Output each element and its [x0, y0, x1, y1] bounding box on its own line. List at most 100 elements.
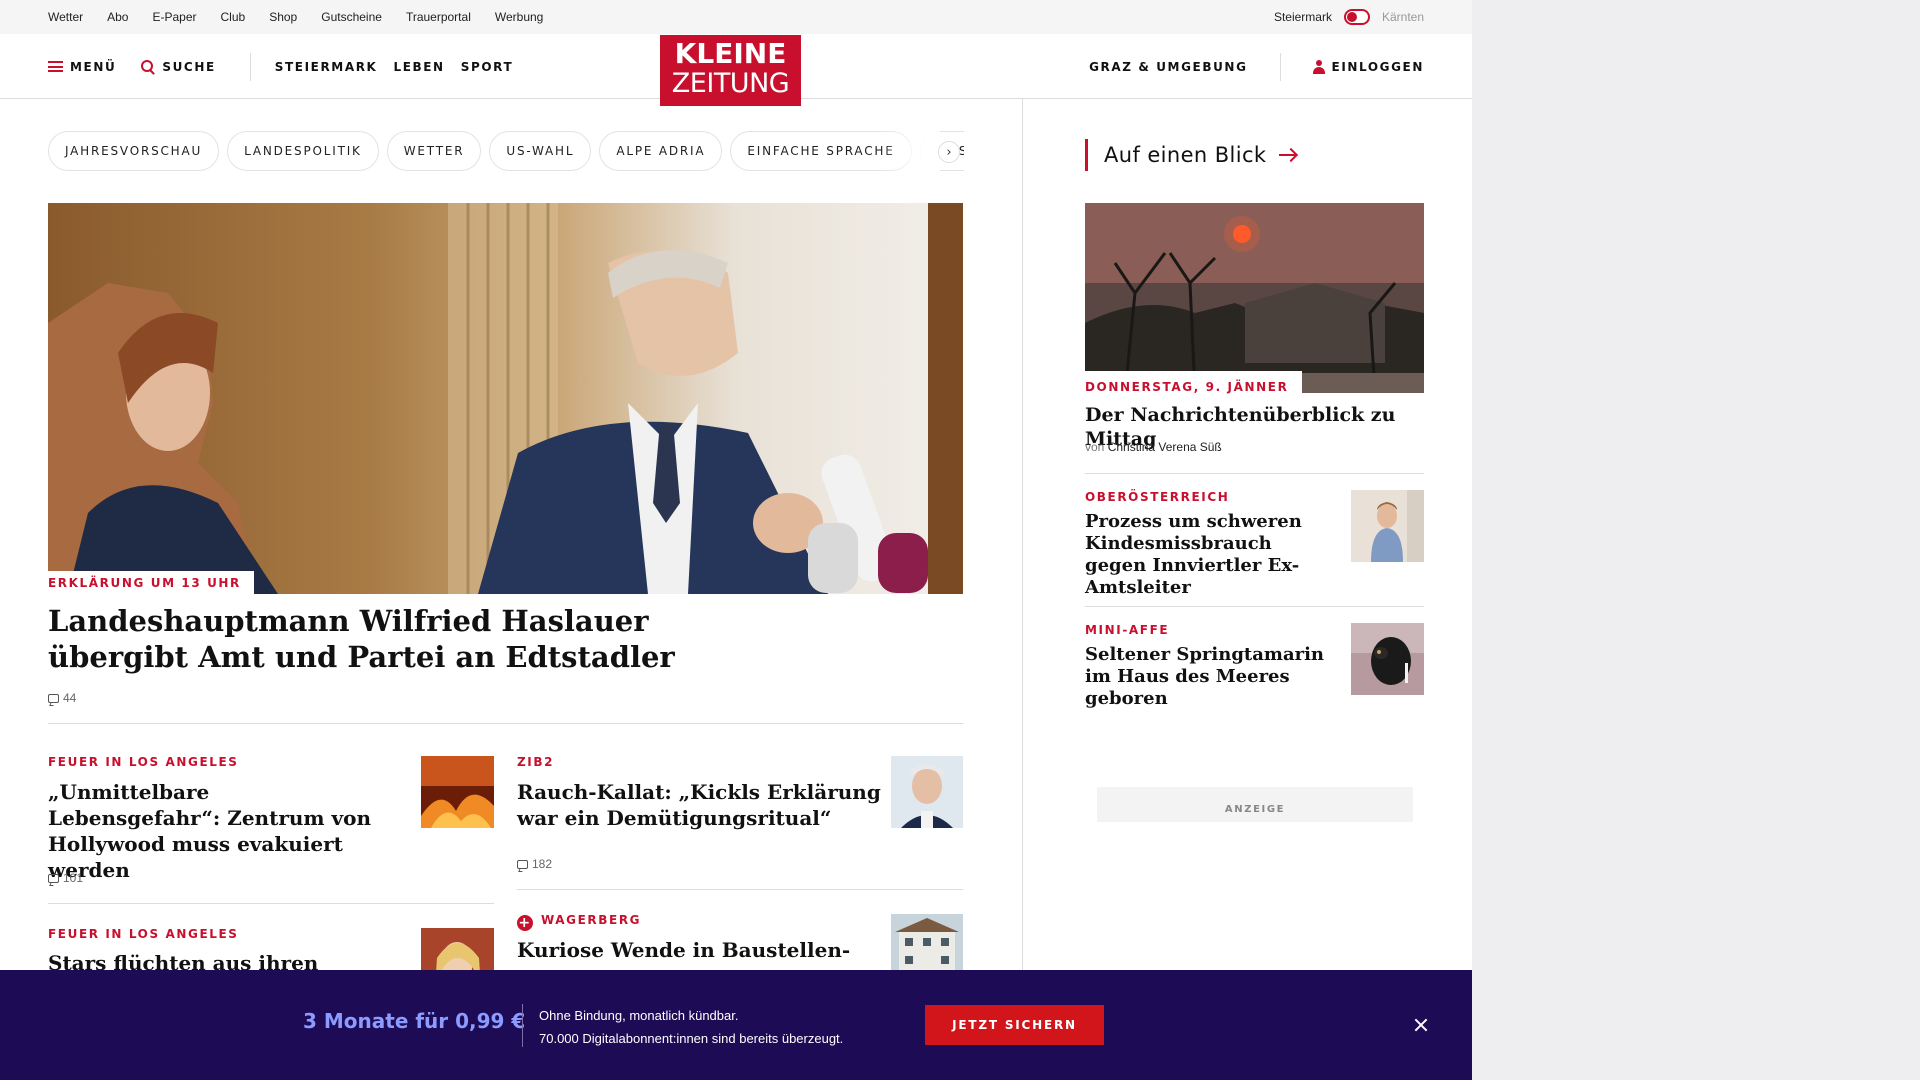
- chip-us-wahl[interactable]: US-WAHL: [489, 131, 592, 171]
- util-link-abo[interactable]: Abo: [107, 10, 128, 24]
- teaser-2-thumbnail[interactable]: [891, 756, 963, 828]
- util-link-wetter[interactable]: Wetter: [48, 10, 83, 24]
- site-logo[interactable]: KLEINE ZEITUNG: [660, 35, 801, 106]
- sidebar-main-date-wrap: DONNERSTAG, 9. JÄNNER: [1085, 371, 1303, 398]
- region-kaernten[interactable]: Kärnten: [1382, 10, 1424, 24]
- teaser-4-kicker: + WAGERBERG: [517, 913, 641, 931]
- lead-headline[interactable]: Landeshauptmann Wilfried Haslauer übergi…: [48, 603, 698, 675]
- util-link-shop[interactable]: Shop: [269, 10, 297, 24]
- lead-image[interactable]: [48, 203, 963, 594]
- menu-label: MENÜ: [70, 59, 117, 74]
- util-link-epaper[interactable]: E-Paper: [152, 10, 196, 24]
- chip-alpe-adria[interactable]: ALPE ADRIA: [599, 131, 723, 171]
- teaser-1-headline[interactable]: „Unmittelbare Lebensgefahr“: Zentrum von…: [48, 779, 378, 883]
- teaser-4-headline[interactable]: Kuriose Wende in Baustellen-: [517, 937, 887, 963]
- header-divider-right: [1279, 52, 1281, 81]
- util-link-club[interactable]: Club: [221, 10, 246, 24]
- lead-comments[interactable]: 44: [48, 691, 76, 705]
- news-site: Wetter Abo E-Paper Club Shop Gutscheine …: [0, 0, 1472, 1080]
- logo-line-1: KLEINE: [674, 37, 787, 70]
- utility-bar: Wetter Abo E-Paper Club Shop Gutscheine …: [0, 0, 1472, 34]
- sidebar-separator-1: [1085, 473, 1424, 474]
- nav-sport[interactable]: SPORT: [461, 60, 514, 74]
- teaser-4-kicker-text: WAGERBERG: [541, 913, 642, 927]
- comment-icon: [517, 859, 528, 869]
- byline-author[interactable]: Christina Verena Süß: [1108, 440, 1222, 454]
- teaser-2-comments[interactable]: 182: [517, 857, 552, 871]
- teaser-3-kicker: FEUER IN LOS ANGELES: [48, 927, 239, 941]
- arrow-right-icon: [1278, 149, 1297, 161]
- subscribe-button[interactable]: JETZT SICHERN: [925, 1005, 1104, 1045]
- hamburger-icon: [48, 61, 63, 72]
- region-steiermark[interactable]: Steiermark: [1274, 10, 1332, 24]
- header-nav-left: MENÜ SUCHE STEIERMARK LEBEN SPORT: [48, 34, 513, 99]
- sidebar-item-1-headline[interactable]: Prozess um schweren Kindesmissbrauch geg…: [1085, 511, 1335, 599]
- user-icon: [1312, 59, 1325, 74]
- util-link-trauerportal[interactable]: Trauerportal: [406, 10, 471, 24]
- search-label: SUCHE: [162, 59, 216, 74]
- auf-einen-blick-heading[interactable]: Auf einen Blick: [1085, 139, 1297, 171]
- chip-landespolitik[interactable]: LANDESPOLITIK: [227, 131, 379, 171]
- fire-photo: [421, 756, 494, 828]
- sidebar-separator-2: [1085, 606, 1424, 607]
- menu-button[interactable]: MENÜ: [48, 60, 116, 74]
- nav-steiermark[interactable]: STEIERMARK: [275, 60, 378, 74]
- search-button[interactable]: SUCHE: [141, 59, 216, 74]
- promo-line-1: Ohne Bindung, monatlich kündbar.: [539, 1008, 739, 1023]
- utility-links: Wetter Abo E-Paper Club Shop Gutscheine …: [48, 0, 543, 34]
- sidebar-item-2-headline[interactable]: Seltener Springtamarin im Haus des Meere…: [1085, 644, 1335, 710]
- nav-leben[interactable]: LEBEN: [393, 60, 444, 74]
- wildfire-photo: [1085, 203, 1424, 393]
- teaser-1-separator: [48, 903, 494, 904]
- chevron-right-icon: ›: [946, 144, 952, 160]
- byline-prefix: von: [1085, 440, 1105, 454]
- close-icon[interactable]: [1411, 1015, 1431, 1035]
- login-label: EINLOGGEN: [1331, 59, 1424, 74]
- ad-slot: ANZEIGE: [1097, 787, 1413, 822]
- comment-icon: [48, 693, 59, 703]
- ad-label: ANZEIGE: [1224, 804, 1286, 815]
- teaser-2-separator: [517, 889, 963, 890]
- nav-graz-umgebung[interactable]: GRAZ & UMGEBUNG: [1089, 60, 1247, 74]
- util-link-gutscheine[interactable]: Gutscheine: [321, 10, 382, 24]
- lead-photo: [48, 203, 963, 594]
- sidebar-item-1-kicker: OBERÖSTERREICH: [1085, 490, 1230, 504]
- teaser-2-kicker: ZIB2: [517, 755, 555, 769]
- region-switch: Steiermark Kärnten: [1274, 0, 1424, 34]
- util-link-werbung[interactable]: Werbung: [495, 10, 543, 24]
- header-nav-right: GRAZ & UMGEBUNG EINLOGGEN: [1089, 34, 1424, 99]
- promo-divider: [522, 1004, 523, 1047]
- region-toggle[interactable]: [1343, 9, 1370, 25]
- chip-jahresvorschau[interactable]: JAHRESVORSCHAU: [48, 131, 220, 171]
- comment-icon: [48, 873, 59, 883]
- sidebar-heading-label: Auf einen Blick: [1104, 143, 1267, 167]
- teaser-1-thumbnail[interactable]: [421, 756, 494, 828]
- header-divider: [249, 52, 251, 81]
- teaser-2-headline[interactable]: Rauch-Kallat: „Kickls Erklärung war ein …: [517, 779, 887, 831]
- lead-kicker: ERKLÄRUNG UM 13 UHR: [48, 571, 254, 594]
- main-header: MENÜ SUCHE STEIERMARK LEBEN SPORT KLEINE…: [0, 34, 1472, 106]
- teaser-1-kicker: FEUER IN LOS ANGELES: [48, 755, 239, 769]
- portrait-photo: [891, 756, 963, 828]
- sidebar-item-2-kicker: MINI-AFFE: [1085, 623, 1170, 637]
- sidebar-item-2-thumbnail[interactable]: [1351, 623, 1424, 695]
- chip-wetter[interactable]: WETTER: [386, 131, 482, 171]
- logo-line-2: ZEITUNG: [671, 68, 790, 99]
- column-divider: [1022, 99, 1023, 1080]
- teaser-1-comments[interactable]: 101: [48, 871, 83, 885]
- sidebar-main-date: DONNERSTAG, 9. JÄNNER: [1085, 380, 1289, 394]
- sidebar-main-image[interactable]: [1085, 203, 1424, 393]
- topic-chips: JAHRESVORSCHAU LANDESPOLITIK WETTER US-W…: [48, 131, 964, 171]
- teaser-2-comment-count: 182: [532, 857, 553, 871]
- monkey-photo: [1351, 623, 1424, 695]
- promo-text: Ohne Bindung, monatlich kündbar. 70.000 …: [539, 1004, 843, 1050]
- login-button[interactable]: EINLOGGEN: [1312, 59, 1424, 74]
- plus-icon: +: [517, 915, 533, 931]
- chips-next-button[interactable]: ›: [938, 141, 960, 163]
- sidebar-item-1-thumbnail[interactable]: [1351, 490, 1424, 562]
- lead-separator: [48, 723, 963, 724]
- promo-line-2: 70.000 Digitalabonnent:innen sind bereit…: [539, 1031, 844, 1046]
- sidebar-byline: von Christina Verena Süß: [1085, 440, 1222, 454]
- chips-fade: [880, 131, 940, 171]
- search-icon: [141, 59, 155, 74]
